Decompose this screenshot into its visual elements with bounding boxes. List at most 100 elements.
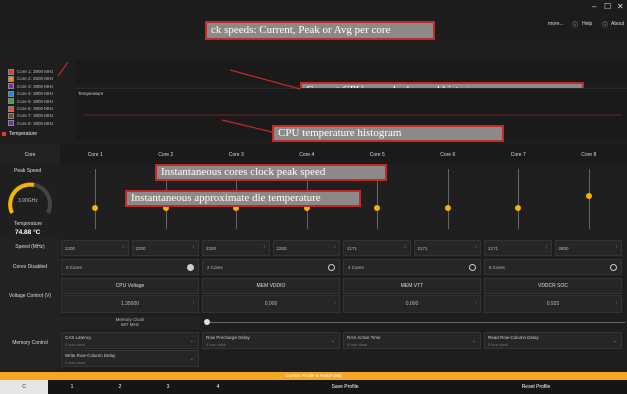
- cores-disabled-option[interactable]: 4 Cores: [343, 259, 481, 275]
- speed-input[interactable]: 2171 ↕: [413, 240, 481, 256]
- stepper-icon[interactable]: ↕: [475, 244, 478, 250]
- memory-timing-label: Row Precharge Delay: [206, 335, 250, 340]
- core-slider-track[interactable]: [518, 169, 520, 229]
- memory-timing-label: CAS Latency: [65, 335, 92, 340]
- speed-value: 2200: [135, 246, 146, 251]
- status-bar: Current Profile is Read-Only: [0, 372, 627, 380]
- stepper-icon[interactable]: ↕: [616, 300, 619, 306]
- core-header-cell: Core 3: [228, 152, 244, 158]
- core-header-cell: Core 5: [369, 152, 385, 158]
- voltage-input[interactable]: 1.35000 ↕: [61, 295, 199, 313]
- annotation-die-temp: Instantaneous approximate die temperatur…: [125, 190, 361, 207]
- stepper-icon[interactable]: ↕: [404, 244, 407, 250]
- memory-clock-box: Memory Clock 667 MHz: [60, 316, 200, 330]
- cores-disabled-option-label: 0 Cores: [66, 265, 82, 270]
- voltage-header-label: VDDCR SOC: [537, 283, 568, 289]
- speed-value: 2200: [65, 246, 76, 251]
- memory-clock-value: 667 MHz: [120, 322, 139, 327]
- core-header-row: Core Core 1 Core 2 Core 3 Core 4 Core 5 Core …: [0, 145, 627, 165]
- radio-icon[interactable]: [187, 264, 194, 271]
- chevron-down-icon: ⌄: [471, 338, 476, 344]
- memory-timing-value: 0 bus clock: [65, 342, 86, 347]
- speed-input[interactable]: 2800 ↕: [554, 240, 622, 256]
- memory-timing-select[interactable]: Read Row-Column Delay 0 bus clock ⌄: [484, 332, 622, 349]
- memory-timing-select[interactable]: CAS Latency 0 bus clock ⌄: [61, 332, 199, 349]
- memory-timing-value: 0 bus clock: [206, 342, 227, 347]
- speed-value: 2171: [417, 246, 428, 251]
- chevron-down-icon: ⌄: [612, 338, 617, 344]
- voltage-input[interactable]: 0.000 ↕: [343, 295, 481, 313]
- core-slider-knob[interactable]: [444, 205, 451, 211]
- memory-timing-value: 0 bus clock: [347, 342, 368, 347]
- memory-timing-value: 0 bus clock: [488, 342, 509, 347]
- cores-disabled-option[interactable]: 2 Cores: [202, 259, 340, 275]
- core-slider-knob[interactable]: [585, 193, 592, 199]
- profile-tab-3[interactable]: 3: [144, 380, 192, 394]
- cores-disabled-option-label: 2 Cores: [207, 265, 223, 270]
- voltage-input[interactable]: 0.000 ↕: [202, 295, 340, 313]
- speed-value: 2171: [347, 246, 358, 251]
- memory-row-label: Memory Control: [0, 316, 60, 370]
- voltage-value: 0.925: [546, 301, 560, 307]
- core-slider-track[interactable]: [588, 169, 590, 229]
- stepper-icon[interactable]: ↕: [263, 244, 266, 250]
- core-header-cell: Core 6: [440, 152, 456, 158]
- peak-speed-gauge: Peak Speed 3.90GHz Temperature 74.88 °C: [0, 165, 60, 237]
- voltage-input[interactable]: 0.925 ↕: [484, 295, 622, 313]
- voltage-row-label: Voltage Control (V): [0, 277, 60, 315]
- core-slider-track[interactable]: [447, 169, 449, 229]
- cores-disabled-option-label: 6 Cores: [489, 265, 505, 270]
- stepper-icon[interactable]: ↕: [545, 244, 548, 250]
- stepper-icon[interactable]: ↕: [193, 300, 196, 306]
- profile-tab-c[interactable]: C: [0, 380, 48, 394]
- cores-disabled-option[interactable]: 0 Cores: [61, 259, 199, 275]
- profile-tab-2[interactable]: 2: [96, 380, 144, 394]
- stepper-icon[interactable]: ↕: [475, 300, 478, 306]
- chevron-down-icon: ⌄: [330, 338, 335, 344]
- speed-value: 2200: [276, 246, 287, 251]
- memory-timing-label: Write Row-Column Delay: [65, 353, 116, 358]
- profile-tab-4[interactable]: 4: [194, 380, 242, 394]
- speed-value: 2800: [558, 246, 569, 251]
- speed-input[interactable]: 2171 ↕: [343, 240, 411, 256]
- radio-icon[interactable]: [469, 264, 476, 271]
- reset-profile-button[interactable]: Reset Profile: [445, 380, 627, 394]
- voltage-value: 0.000: [264, 301, 278, 307]
- core-header-label: Core: [0, 145, 60, 165]
- core-header-cell: Core 7: [510, 152, 526, 158]
- speed-input[interactable]: 2200 ↕: [202, 240, 270, 256]
- profile-tab-1[interactable]: 1: [48, 380, 96, 394]
- speed-input[interactable]: 2171 ↕: [484, 240, 552, 256]
- memory-timing-select[interactable]: Write Row-Column Delay 0 bus clock ⌄: [61, 350, 199, 367]
- annotation-peak-speed: Instantaneous cores clock peak speed: [155, 164, 387, 181]
- radio-icon[interactable]: [610, 264, 617, 271]
- chevron-down-icon: ⌄: [189, 356, 194, 362]
- core-slider-knob[interactable]: [374, 205, 381, 211]
- save-profile-button[interactable]: Save Profile: [250, 380, 440, 394]
- memory-clock-slider-knob[interactable]: [204, 319, 210, 325]
- speed-value: 2171: [488, 246, 499, 251]
- stepper-icon[interactable]: ↕: [334, 300, 337, 306]
- speed-input[interactable]: 2200 ↕: [61, 240, 129, 256]
- speed-row-label: Speed (MHz): [0, 238, 60, 257]
- stepper-icon[interactable]: ↕: [122, 244, 125, 250]
- stepper-icon[interactable]: ↕: [334, 244, 337, 250]
- memory-timing-value: 0 bus clock: [65, 360, 86, 365]
- memory-timing-select[interactable]: Row Precharge Delay 0 bus clock ⌄: [202, 332, 340, 349]
- radio-icon[interactable]: [328, 264, 335, 271]
- memory-timing-select[interactable]: RAS Active Time 0 bus clock ⌄: [343, 332, 481, 349]
- memory-clock-slider[interactable]: [205, 322, 625, 323]
- stepper-icon[interactable]: ↕: [193, 244, 196, 250]
- chevron-down-icon: ⌄: [189, 338, 194, 344]
- core-slider-knob[interactable]: [515, 205, 522, 211]
- peak-speed-label: Peak Speed: [14, 168, 42, 174]
- core-slider-knob[interactable]: [92, 205, 99, 211]
- voltage-header-label: MEM VTT: [400, 283, 424, 289]
- voltage-value: 1.35000: [120, 301, 140, 307]
- cores-disabled-option[interactable]: 6 Cores: [484, 259, 622, 275]
- memory-timing-label: RAS Active Time: [347, 335, 381, 340]
- speed-input[interactable]: 2200 ↕: [272, 240, 340, 256]
- speed-input[interactable]: 2200 ↕: [131, 240, 199, 256]
- core-slider-track[interactable]: [95, 169, 97, 229]
- stepper-icon[interactable]: ↕: [616, 244, 619, 250]
